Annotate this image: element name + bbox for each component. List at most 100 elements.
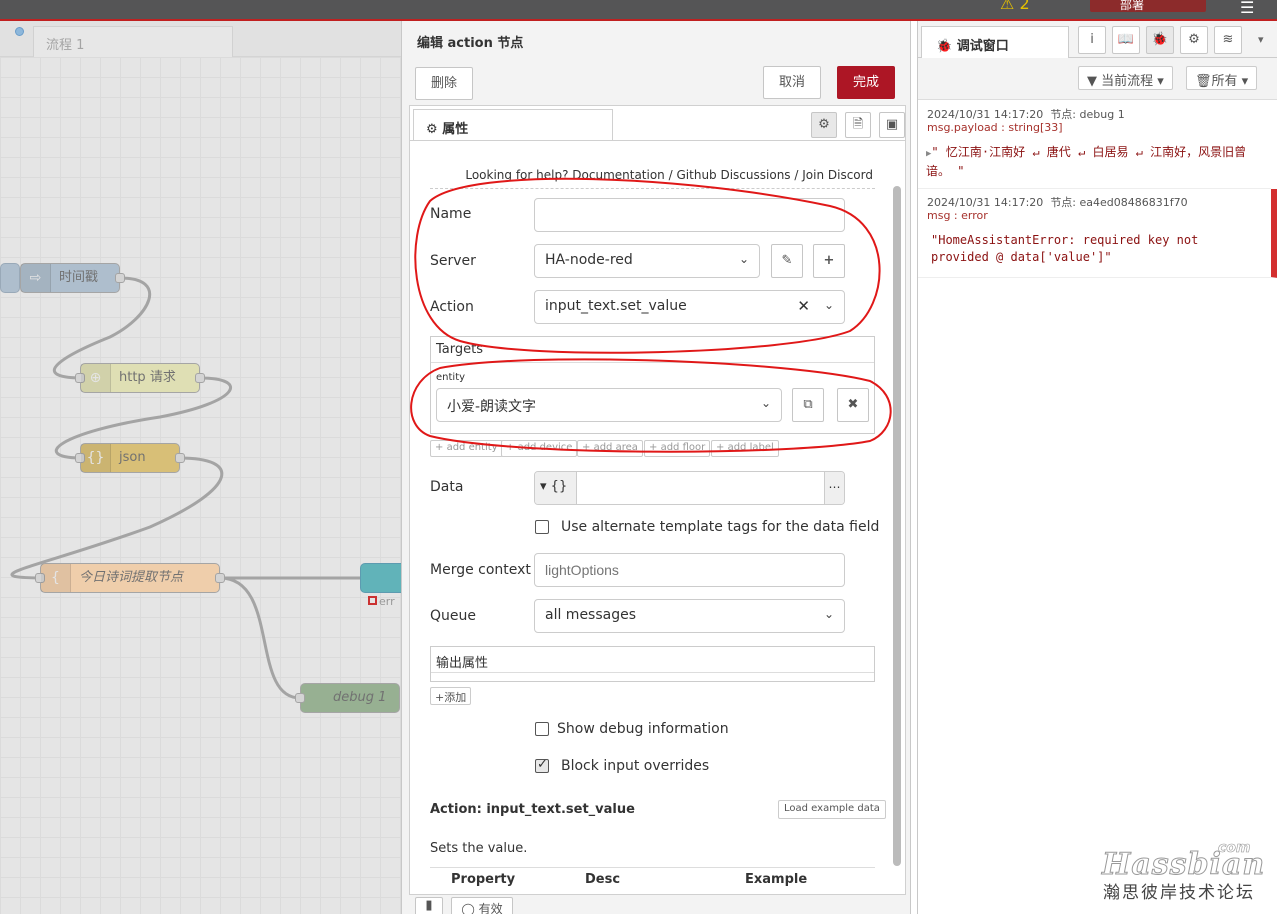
node-debug[interactable]: debug 1 [295,683,400,713]
tab-divider [410,140,905,141]
data-type-select[interactable]: ▾ {} [535,472,577,504]
filter-icon: ▼ [1087,74,1097,89]
output-port[interactable] [215,573,225,583]
deploy-button[interactable]: 部署 [1090,0,1206,12]
node-action-selected[interactable] [360,563,401,593]
flow-workspace: 流程 1 ⇨ 时间戳 ⊕ http 请求 {} json {今日诗词提取节点 … [0,21,401,914]
info-icon[interactable]: i [1078,26,1106,54]
json-braces-icon: {} [81,444,111,472]
name-label: Name [430,206,472,222]
bug-icon: 🐞 [936,39,953,54]
block-overrides-label: Block input overrides [561,758,710,774]
done-button[interactable]: 完成 [837,66,895,99]
forum-watermark-logo: com Hassbian 瀚思彼岸技术论坛 [1101,840,1266,903]
entity-select[interactable]: 小爱-朗读文字 ⌄ [436,388,782,422]
message-topic: msg : error [927,209,988,222]
output-port[interactable] [195,373,205,383]
clear-x-icon[interactable]: ✕ [797,297,810,315]
add-server-plus-icon[interactable]: + [813,244,845,278]
table-header-example: Example [745,872,808,887]
chevron-down-icon: ⌄ [738,252,749,266]
menu-icon[interactable]: ☰ [1240,0,1254,17]
expand-ellipsis-icon[interactable]: ⋯ [824,472,844,504]
debug-bug-icon[interactable]: 🐞 [1146,26,1174,54]
alt-template-label: Use alternate template tags for the data… [561,519,880,535]
settings-gear-icon[interactable]: ⚙ [811,112,837,138]
documentation-link[interactable]: Documentation [572,168,665,182]
add-area-button[interactable]: + add area [577,440,643,457]
tab-properties[interactable]: ⚙ 属性 [413,109,613,141]
clear-all-button[interactable]: 🗑所有 ▾ [1186,66,1258,90]
add-floor-button[interactable]: + add floor [644,440,711,457]
tray-title: 编辑 action 节点 [417,36,524,51]
output-properties-label: 输出属性 [431,647,874,673]
debug-message[interactable]: 2024/10/31 14:17:20 节点: debug 1 msg.payl… [918,101,1271,189]
scroll-thumb[interactable] [893,186,901,866]
load-example-button[interactable]: Load example data [778,800,886,819]
node-timestamp[interactable]: ⇨ 时间戳 [20,263,125,293]
debug-error-message[interactable]: 2024/10/31 14:17:20 节点: ea4ed08486831f70… [918,189,1277,278]
node-http-request[interactable]: ⊕ http 请求 [75,363,205,393]
add-device-button[interactable]: + add device [501,440,578,457]
output-port[interactable] [175,453,185,463]
remove-x-icon[interactable]: ✖ [837,388,869,422]
data-typed-input[interactable]: ▾ {} ⋯ [534,471,845,505]
block-overrides-checkbox[interactable] [535,757,549,773]
message-time: 2024/10/31 14:17:20 [927,196,1044,209]
sidebar-menu-chevron-icon[interactable]: ▾ [1258,33,1264,46]
add-entity-button[interactable]: + add entity [430,440,503,457]
add-output-button[interactable]: +添加 [430,687,472,705]
edit-server-pencil-icon[interactable]: ✎ [771,244,803,278]
output-properties-panel: 输出属性 [430,646,875,682]
github-link[interactable]: Github Discussions [677,168,791,182]
show-debug-checkbox[interactable] [535,722,549,736]
add-label-button[interactable]: + add label [711,440,779,457]
alt-template-checkbox[interactable] [535,520,549,534]
queue-select[interactable]: all messages ⌄ [534,599,845,633]
help-book-icon[interactable]: 📖 [1112,26,1140,54]
doc-title: Action: input_text.set_value [430,802,635,817]
enabled-toggle[interactable]: ◯ 有效 [451,897,513,914]
input-port[interactable] [295,693,305,703]
table-header-desc: Desc [585,872,621,887]
action-label: Action [430,299,474,315]
context-database-icon[interactable]: ≋ [1214,26,1242,54]
chevron-down-icon: ⌄ [760,396,771,410]
cancel-button[interactable]: 取消 [763,66,821,99]
data-label: Data [430,479,464,495]
description-doc-icon[interactable]: 🗎 [845,112,871,138]
status-ring-icon [368,596,377,605]
filter-flow-button[interactable]: ▼ 当前流程 ▾ [1078,66,1173,90]
node-status: err [368,595,395,608]
flow-tabs: 流程 1 [0,21,401,57]
output-port[interactable] [115,273,125,283]
warning-icon[interactable]: ⚠ 2 [1000,0,1030,13]
server-select[interactable]: HA-node-red ⌄ [534,244,760,278]
node-json[interactable]: {} json [75,443,185,473]
merge-context-input[interactable] [534,553,845,587]
edit-tray: 编辑 action 节点 删除 取消 完成 ⚙ 属性 ⚙ 🗎 ▣ Looking… [401,21,911,914]
targets-label: Targets [431,337,874,363]
message-node[interactable]: 节点: ea4ed08486831f70 [1050,196,1187,209]
help-links: Looking for help? Documentation / Github… [465,168,873,182]
sidebar-tabs: 🐞 调试窗口 i 📖 🐞 ⚙ ≋ ▾ [918,21,1277,58]
delete-button[interactable]: 删除 [415,67,473,100]
tab-flow-1[interactable]: 流程 1 [33,26,233,57]
action-select[interactable]: input_text.set_value ✕ ⌄ [534,290,845,324]
upstream-node-stub[interactable] [0,263,20,293]
book-icon[interactable]: ▮ [415,897,443,914]
function-brace-icon: { [41,564,71,592]
queue-label: Queue [430,608,476,624]
table-header-property: Property [451,872,516,887]
node-function[interactable]: { 今日诗词提取节点 [35,563,225,593]
config-gear-icon[interactable]: ⚙ [1180,26,1208,54]
tab-debug[interactable]: 🐞 调试窗口 [921,26,1069,58]
message-node[interactable]: 节点: debug 1 [1050,108,1124,121]
tray-scrollbar[interactable] [893,176,901,876]
appearance-frame-icon[interactable]: ▣ [879,112,905,138]
copy-icon[interactable]: ⧉ [792,388,824,422]
flow-canvas[interactable]: ⇨ 时间戳 ⊕ http 请求 {} json { 今日诗词提取节点 err d… [0,57,401,914]
chevron-down-icon: ⌄ [823,607,834,621]
discord-link[interactable]: Join Discord [802,168,873,182]
name-input[interactable] [534,198,845,232]
